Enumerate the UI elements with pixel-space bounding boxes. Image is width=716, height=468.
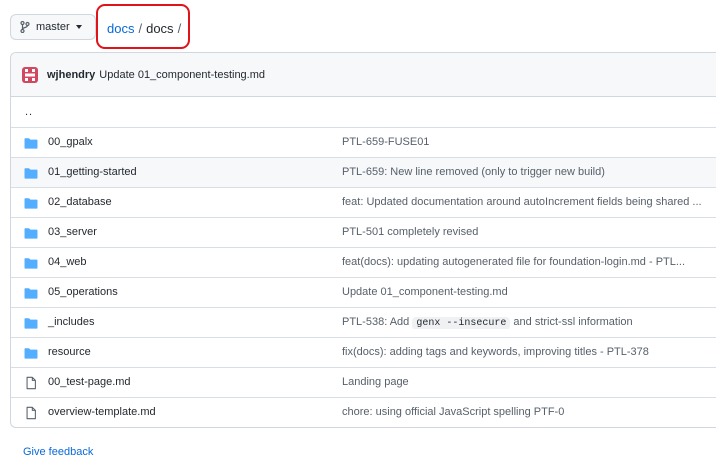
breadcrumb-trailing-separator: / [177,20,182,36]
commit-message-cell[interactable]: PTL-659: New line removed (only to trigg… [342,166,702,178]
file-name[interactable]: 05_operations [48,286,118,298]
commit-message-cell[interactable]: chore: using official JavaScript spellin… [342,406,702,418]
breadcrumb: docs / docs / [107,19,185,37]
file-name[interactable]: overview-template.md [48,406,156,418]
folder-row-3[interactable]: 03_server PTL-501 completely revised [11,217,716,247]
commit-message-cell[interactable]: PTL-538: Add genx --insecure and strict-… [342,316,702,329]
file-name[interactable]: 01_getting-started [48,166,137,178]
file-icon [24,406,38,420]
file-icon [24,376,38,390]
commit-message-cell[interactable]: Update 01_component-testing.md [342,286,702,298]
branch-selector-button[interactable]: master [10,14,96,40]
file-name[interactable]: 00_gpalx [48,136,93,148]
file-name[interactable]: 03_server [48,226,97,238]
folder-icon [24,136,38,150]
folder-row-2[interactable]: 02_database feat: Updated documentation … [11,187,716,217]
avatar[interactable] [22,66,38,83]
breadcrumb-current: docs [146,20,174,36]
folder-row-5[interactable]: 05_operations Update 01_component-testin… [11,277,716,307]
file-row-9[interactable]: overview-template.md chore: using offici… [11,397,716,427]
folder-icon [24,316,38,330]
folder-row-0[interactable]: 00_gpalx PTL-659-FUSE01 [11,127,716,157]
breadcrumb-separator: / [138,20,143,36]
folder-row-1[interactable]: 01_getting-started PTL-659: New line rem… [11,157,716,187]
commit-message-cell[interactable]: feat: Updated documentation around autoI… [342,196,702,208]
parent-directory-row[interactable]: .. [11,97,716,127]
chevron-down-icon [75,25,82,29]
commit-author[interactable]: wjhendry [47,69,95,81]
latest-commit-bar: wjhendry Update 01_component-testing.md [11,53,716,97]
branch-name: master [36,21,70,33]
file-list-panel: wjhendry Update 01_component-testing.md … [10,52,716,428]
commit-message[interactable]: Update 01_component-testing.md [99,69,265,81]
commit-message-text: and strict-ssl information [513,316,633,328]
parent-directory-link[interactable]: .. [25,106,33,118]
folder-row-6[interactable]: _includes PTL-538: Add genx --insecure a… [11,307,716,337]
commit-message-text: PTL-538: Add [342,316,410,328]
commit-message-cell[interactable]: Landing page [342,376,702,388]
commit-message-cell[interactable]: PTL-659-FUSE01 [342,136,702,148]
folder-icon [24,346,38,360]
folder-icon [24,196,38,210]
give-feedback-link[interactable]: Give feedback [23,446,93,458]
folder-icon [24,286,38,300]
file-name[interactable]: 04_web [48,256,87,268]
file-name[interactable]: 00_test-page.md [48,376,131,388]
breadcrumb-link-docs[interactable]: docs [107,21,134,36]
folder-row-4[interactable]: 04_web feat(docs): updating autogenerate… [11,247,716,277]
inline-code: genx --insecure [412,317,511,329]
commit-message-cell[interactable]: PTL-501 completely revised [342,226,702,238]
git-branch-icon [20,21,30,33]
file-name[interactable]: _includes [48,316,94,328]
folder-icon [24,226,38,240]
commit-message-cell[interactable]: fix(docs): adding tags and keywords, imp… [342,346,702,358]
commit-message-cell[interactable]: feat(docs): updating autogenerated file … [342,256,702,268]
folder-row-7[interactable]: resource fix(docs): adding tags and keyw… [11,337,716,367]
file-name[interactable]: 02_database [48,196,112,208]
folder-icon [24,166,38,180]
file-row-8[interactable]: 00_test-page.md Landing page [11,367,716,397]
file-name[interactable]: resource [48,346,91,358]
folder-icon [24,256,38,270]
